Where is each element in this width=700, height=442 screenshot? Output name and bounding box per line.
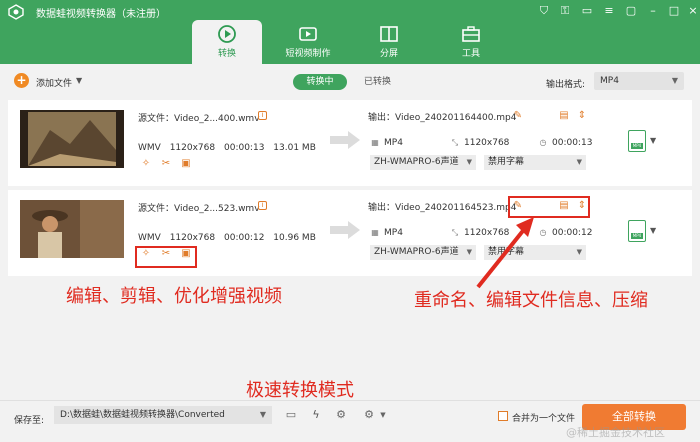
audio-track-select[interactable]: ZH-WMAPRO-6声道 ▼ <box>370 245 476 260</box>
add-file-icon[interactable]: + <box>14 73 29 88</box>
convert-icon <box>218 25 236 43</box>
subtitle-value: 禁用字幕 <box>488 157 525 167</box>
source-format: WMV <box>138 143 161 153</box>
chevron-down-icon: ▼ <box>466 158 472 166</box>
compress-icon[interactable]: ⇕ <box>576 110 588 122</box>
split-screen-icon <box>380 26 398 42</box>
tab-converted[interactable]: 已转换 <box>364 74 391 90</box>
settings-icon[interactable]: ⚙ <box>362 408 376 422</box>
app-title: 数据蛙视频转换器（未注册） <box>36 9 166 20</box>
output-duration: 00:00:13 <box>552 138 593 148</box>
source-duration: 00:00:12 <box>224 233 265 243</box>
output-format-select[interactable]: MP4 ▼ <box>594 72 684 90</box>
output-format-icon[interactable]: MP4 <box>628 220 646 242</box>
source-meta: WMV 1120x768 00:00:13 13.01 MB <box>138 143 322 153</box>
save-to-label: 保存至: <box>14 416 45 426</box>
mp4-badge: MP4 <box>631 143 643 149</box>
output-file-name: 输出：Video_240201164400.mp4 <box>368 113 517 123</box>
merge-label: 合并为一个文件 <box>512 414 576 424</box>
tab-label: 短视频制作 <box>285 49 331 59</box>
tab-label: 分屏 <box>379 49 398 59</box>
app-logo-icon <box>8 4 24 20</box>
menu-icon[interactable]: ≡ <box>602 4 616 18</box>
arrow-right-icon <box>330 131 360 149</box>
chevron-down-icon[interactable]: ▼ <box>376 408 390 422</box>
enhance-icon[interactable]: ▣ <box>180 158 192 170</box>
chevron-down-icon: ▼ <box>576 248 582 256</box>
source-meta: WMV 1120x768 00:00:12 10.96 MB <box>138 233 322 243</box>
output-format: MP4 <box>384 138 403 148</box>
source-resolution: 1120x768 <box>169 143 216 153</box>
output-format: MP4 <box>384 228 403 238</box>
chevron-down-icon[interactable]: ▼ <box>650 226 656 235</box>
audio-track-select[interactable]: ZH-WMAPRO-6声道 ▼ <box>370 155 476 170</box>
chevron-down-icon[interactable]: ▼ <box>650 136 656 145</box>
highlight-edit-tools <box>135 246 197 268</box>
folder-icon[interactable]: ▭ <box>284 408 298 422</box>
chevron-down-icon[interactable]: ▼ <box>76 76 82 85</box>
source-file-name: 源文件：Video_2...400.wmv <box>138 114 260 124</box>
source-file-name: 源文件：Video_2...523.wmv <box>138 204 260 214</box>
resolution-icon: ⤡ <box>451 138 459 147</box>
annotation-speed-mode: 极速转换模式 <box>246 380 354 401</box>
chat-icon[interactable]: ▭ <box>580 4 594 18</box>
close-icon[interactable]: × <box>686 4 700 18</box>
add-file-button[interactable]: 添加文件 <box>36 76 72 89</box>
toolbox-icon <box>462 26 480 42</box>
source-size: 10.96 MB <box>273 233 316 243</box>
chevron-down-icon: ▼ <box>576 158 582 166</box>
annotation-arrow <box>476 217 534 289</box>
audio-track-value: ZH-WMAPRO-6声道 <box>374 157 459 167</box>
tab-converting[interactable]: 转换中 <box>293 74 347 90</box>
arrow-right-icon <box>330 221 360 239</box>
mp4-badge: MP4 <box>631 233 643 239</box>
save-path-value: D:\数据蛙\数据蛙视频转换器\Converted <box>60 410 225 420</box>
output-resolution: 1120x768 <box>464 138 510 148</box>
source-format: WMV <box>138 233 161 243</box>
cut-icon[interactable]: ✂ <box>160 158 172 170</box>
maximize-icon[interactable]: □ <box>667 4 681 18</box>
file-row: 源文件：Video_2...400.wmv i WMV 1120x768 00:… <box>8 100 692 186</box>
info-icon[interactable]: i <box>258 111 267 120</box>
video-format-icon: ▦ <box>371 138 379 147</box>
source-resolution: 1120x768 <box>169 233 216 243</box>
window-mode-icon[interactable]: ▢ <box>624 4 638 18</box>
output-format-value: MP4 <box>600 76 619 86</box>
key-icon[interactable]: ⚿ <box>558 4 572 18</box>
audio-track-value: ZH-WMAPRO-6声道 <box>374 247 459 257</box>
watermark: @稀土掘金技术社区 <box>566 426 665 439</box>
chevron-down-icon: ▼ <box>259 410 266 419</box>
tab-label: 工具 <box>461 49 480 59</box>
short-video-icon <box>299 27 317 41</box>
output-file-name: 输出：Video_240201164523.mp4 <box>368 203 517 213</box>
video-format-icon: ▦ <box>371 228 379 237</box>
tab-tools[interactable]: 工具 <box>436 20 506 64</box>
output-format-label: 输出格式: <box>546 80 586 90</box>
subtitle-select[interactable]: 禁用字幕 ▼ <box>484 155 586 170</box>
rename-icon[interactable]: ✎ <box>512 110 524 122</box>
cart-icon[interactable]: ⛉ <box>537 4 551 18</box>
source-size: 13.01 MB <box>273 143 316 153</box>
resolution-icon: ⤡ <box>451 228 459 237</box>
chevron-down-icon: ▼ <box>671 76 678 85</box>
tab-split-screen[interactable]: 分屏 <box>354 20 424 64</box>
tab-label: 转换 <box>217 49 236 59</box>
tab-convert[interactable]: 转换 <box>192 20 262 64</box>
output-format-icon[interactable]: MP4 <box>628 130 646 152</box>
video-thumbnail <box>20 200 124 258</box>
info-icon[interactable]: i <box>258 201 267 210</box>
edit-effects-icon[interactable]: ✧ <box>140 158 152 170</box>
video-thumbnail <box>20 110 124 168</box>
source-duration: 00:00:13 <box>224 143 265 153</box>
speed-mode-icon[interactable]: ϟ <box>309 408 323 422</box>
clock-icon: ◷ <box>539 138 547 147</box>
tab-short-video[interactable]: 短视频制作 <box>273 20 343 64</box>
output-duration: 00:00:12 <box>552 228 593 238</box>
file-info-icon[interactable]: ▤ <box>558 110 570 122</box>
hardware-accel-icon[interactable]: ⚙ <box>334 408 348 422</box>
merge-checkbox[interactable] <box>498 411 508 421</box>
save-path-select[interactable]: D:\数据蛙\数据蛙视频转换器\Converted ▼ <box>54 406 272 424</box>
minimize-icon[interactable]: – <box>646 4 660 18</box>
annotation-edit-tools: 编辑、剪辑、优化增强视频 <box>66 286 282 307</box>
